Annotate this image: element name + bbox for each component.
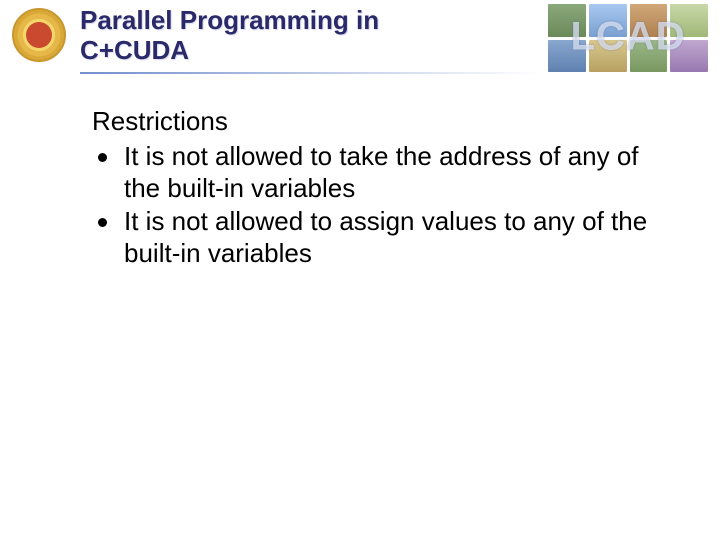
bullet-list: It is not allowed to take the address of… [92,141,680,270]
slide-content: Restrictions It is not allowed to take t… [0,78,720,270]
list-item: It is not allowed to take the address of… [92,141,680,204]
slide-title-line2: C+CUDA [80,35,189,65]
list-item: It is not allowed to assign values to an… [92,206,680,269]
institution-seal-icon [12,8,66,62]
lcad-mosaic-icon [548,4,708,72]
section-heading: Restrictions [92,106,680,137]
slide-header: Parallel Programming in C+CUDA LCAD [0,0,720,78]
lcad-logo: LCAD [548,4,708,72]
slide-title-line1: Parallel Programming in [80,5,379,35]
header-divider [80,72,540,74]
